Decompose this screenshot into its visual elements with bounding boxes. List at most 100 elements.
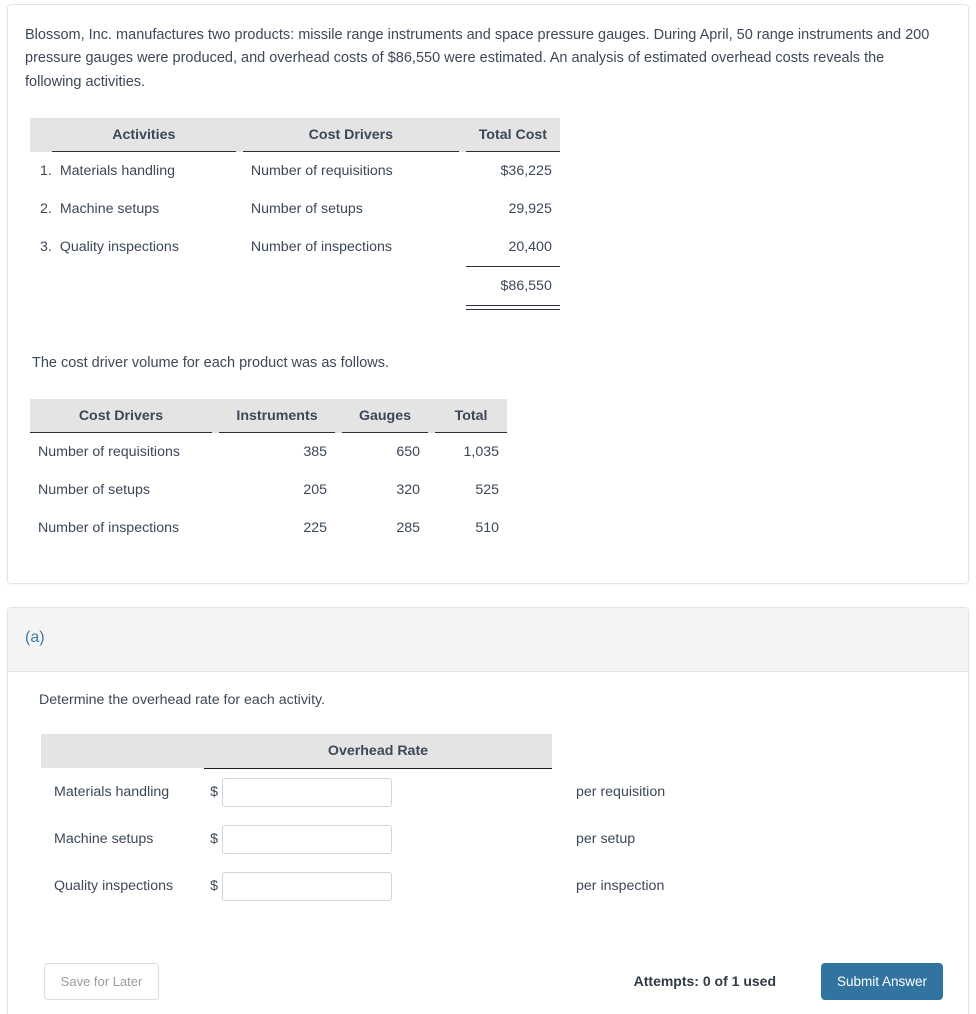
column-spacer: [459, 267, 466, 306]
instruments-value: 385: [303, 444, 327, 460]
column-spacer: [459, 152, 466, 191]
rate-input-cell: [222, 768, 552, 816]
column-spacer: [335, 399, 342, 433]
cost-driver-name: Number of requisitions: [38, 444, 180, 460]
column-spacer: [212, 509, 219, 547]
total-header: Total: [435, 399, 507, 433]
overhead-rate-entry-table: Overhead Rate Materials handling $ per r…: [41, 734, 673, 910]
total-cost-sum: $86,550: [465, 266, 560, 311]
rate-activity-label: Materials handling: [54, 783, 170, 800]
column-spacer: [335, 471, 342, 509]
activities-header: Activities: [51, 118, 236, 152]
activities-index-header: [30, 118, 52, 152]
column-spacer: [236, 190, 243, 228]
overhead-rate-header: Overhead Rate: [204, 734, 552, 769]
cost-drivers-header: Cost Drivers: [242, 118, 459, 152]
rate-activity-label: Machine setups: [54, 831, 154, 847]
column-spacer: [212, 471, 219, 509]
part-label: (a): [25, 629, 45, 646]
total-label-blank: [52, 267, 236, 306]
table-row: 2. Machine setups Number of setups 29,92…: [30, 190, 560, 228]
table-row: Quality inspections $ per inspection: [41, 863, 673, 910]
cost-driver-volume-table: Cost Drivers Instruments Gauges Total Nu…: [30, 399, 507, 547]
column-spacer: [458, 118, 466, 152]
table-header-row: Activities Cost Drivers Total Cost: [30, 118, 560, 152]
activity-name: Materials handling: [59, 163, 175, 179]
cost-driver-name: Number of requisitions: [250, 163, 393, 179]
column-spacer: [212, 399, 219, 433]
column-spacer: [428, 471, 435, 509]
column-spacer: [212, 433, 219, 472]
instruments-header: Instruments: [219, 399, 335, 433]
instruments-value: 205: [303, 482, 327, 498]
column-spacer: [335, 433, 342, 472]
activity-name: Machine setups: [59, 201, 160, 217]
attempts-counter: Attempts: 0 of 1 used: [633, 973, 776, 989]
quality-inspections-rate-input[interactable]: [222, 871, 392, 901]
currency-symbol: $: [210, 878, 218, 894]
table-header-row: Overhead Rate: [41, 734, 673, 769]
rate-activity-label: Quality inspections: [54, 878, 174, 894]
question-prompt: Determine the overhead rate for each act…: [39, 692, 325, 708]
machine-setups-rate-input[interactable]: [222, 824, 392, 854]
total-cost-value: 20,400: [508, 239, 552, 255]
cost-driver-name: Number of inspections: [38, 520, 180, 536]
column-spacer: [235, 118, 243, 152]
table-row: Number of requisitions 385 650 1,035: [30, 433, 507, 472]
total-value: 525: [475, 482, 499, 498]
gauges-header: Gauges: [342, 399, 428, 433]
table-row: Materials handling $ per requisition: [41, 768, 673, 816]
table-row: 3. Quality inspections Number of inspect…: [30, 228, 560, 267]
cost-driver-name: Number of setups: [250, 201, 363, 217]
column-spacer: [428, 433, 435, 472]
problem-intro-text: Blossom, Inc. manufactures two products:…: [25, 27, 930, 90]
save-for-later-button[interactable]: Save for Later: [44, 963, 159, 1000]
materials-handling-rate-input[interactable]: [222, 777, 392, 807]
rate-row-label-header: [41, 734, 204, 768]
column-spacer: [236, 228, 243, 267]
rate-input-cell: [222, 816, 552, 863]
column-spacer: [459, 190, 466, 228]
row-index-blank: [30, 267, 52, 306]
gauges-value: 320: [396, 482, 420, 498]
rate-unit-label: per inspection: [576, 878, 665, 894]
total-driver-blank: [243, 267, 459, 306]
column-spacer: [428, 509, 435, 547]
rate-unit-label: per setup: [576, 831, 636, 847]
cost-driver-name: Number of setups: [38, 482, 150, 498]
column-spacer: [236, 152, 243, 191]
rate-input-cell: [222, 863, 552, 910]
total-value: 510: [475, 520, 499, 536]
total-value: 1,035: [463, 444, 499, 460]
table-row: Number of setups 205 320 525: [30, 471, 507, 509]
cost-driver-name: Number of inspections: [250, 239, 392, 256]
activity-name: Quality inspections: [59, 239, 179, 256]
column-spacer: [236, 267, 243, 306]
rate-unit-label: per requisition: [576, 783, 666, 800]
column-spacer: [428, 399, 435, 433]
total-cost-value: $36,225: [500, 163, 552, 179]
gauges-value: 650: [396, 444, 420, 460]
total-cost-header: Total Cost: [465, 118, 560, 152]
table-row: 1. Materials handling Number of requisit…: [30, 152, 560, 191]
currency-symbol: $: [210, 831, 218, 847]
answer-part-header: (a): [8, 608, 968, 672]
rate-unit-header: [552, 734, 673, 768]
currency-symbol: $: [210, 784, 218, 800]
column-spacer: [459, 228, 466, 267]
table-header-row: Cost Drivers Instruments Gauges Total: [30, 399, 507, 433]
table-total-row: $86,550: [30, 266, 560, 311]
gauges-value: 285: [396, 520, 420, 536]
problem-statement-card: Blossom, Inc. manufactures two products:…: [7, 4, 969, 584]
row-index: 2.: [40, 201, 52, 217]
row-index: 1.: [40, 162, 52, 179]
volume-lead-in-text: The cost driver volume for each product …: [32, 355, 390, 371]
submit-answer-button[interactable]: Submit Answer: [821, 963, 943, 1000]
total-cost-value: 29,925: [508, 201, 552, 217]
answer-part-card: (a) Determine the overhead rate for each…: [7, 607, 969, 1014]
cost-drivers-header: Cost Drivers: [30, 399, 212, 433]
instruments-value: 225: [303, 520, 327, 536]
table-row: Number of inspections 225 285 510: [30, 509, 507, 547]
table-row: Machine setups $ per setup: [41, 816, 673, 863]
activities-cost-table: Activities Cost Drivers Total Cost 1. Ma…: [30, 118, 560, 311]
